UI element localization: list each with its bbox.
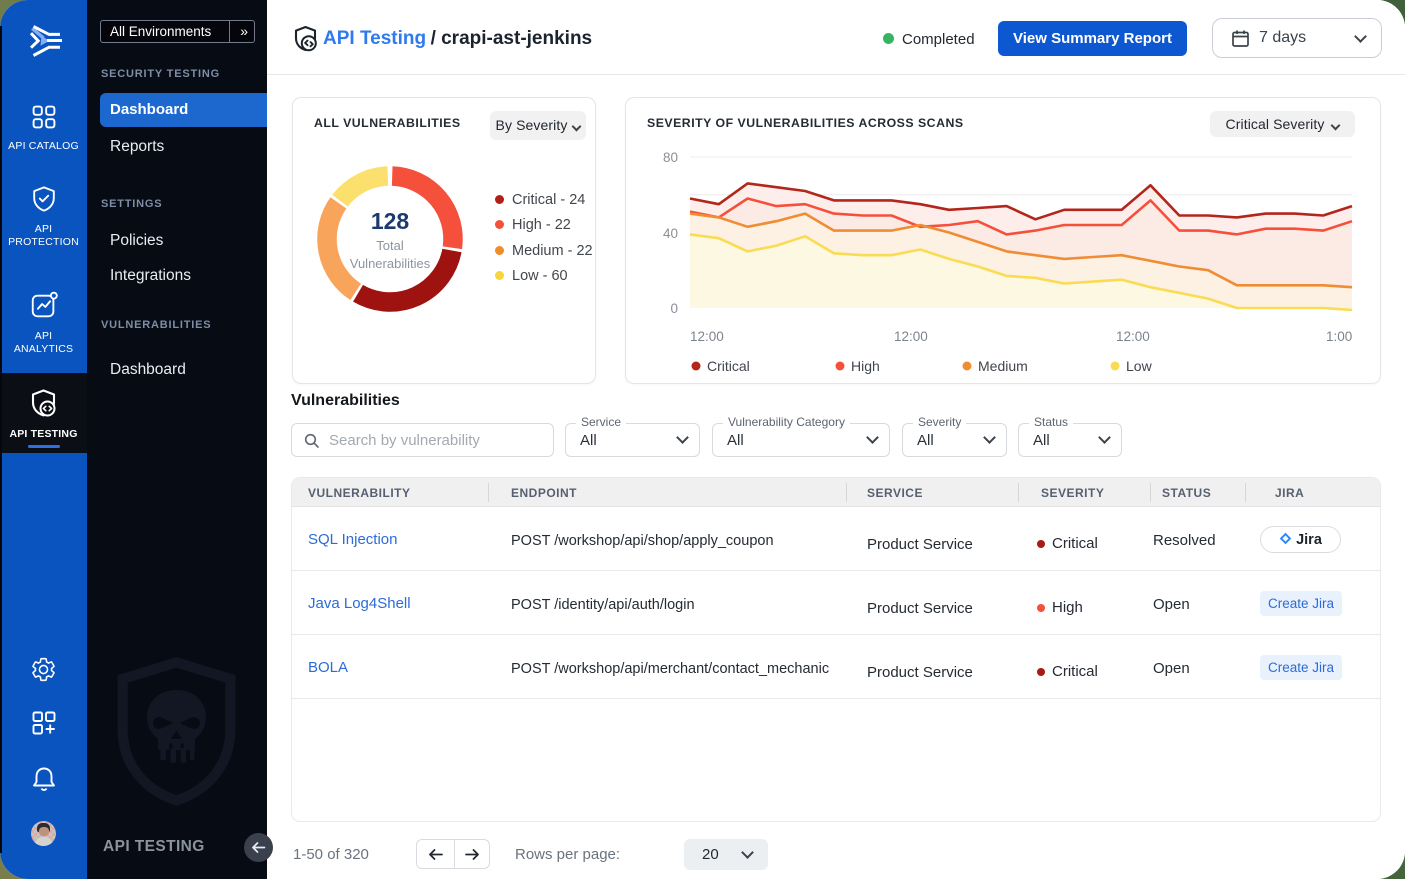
svg-text:Low: Low (1126, 358, 1153, 374)
svg-text:40: 40 (663, 226, 678, 241)
svg-text:0: 0 (670, 301, 678, 316)
svg-text:1:00: 1:00 (1326, 329, 1352, 344)
svg-text:12:00: 12:00 (1116, 329, 1150, 344)
svg-text:12:00: 12:00 (690, 329, 724, 344)
svg-text:High: High (851, 358, 880, 374)
svg-text:Critical: Critical (707, 358, 750, 374)
svg-text:Medium: Medium (978, 358, 1028, 374)
svg-text:80: 80 (663, 150, 678, 165)
svg-text:12:00: 12:00 (894, 329, 928, 344)
